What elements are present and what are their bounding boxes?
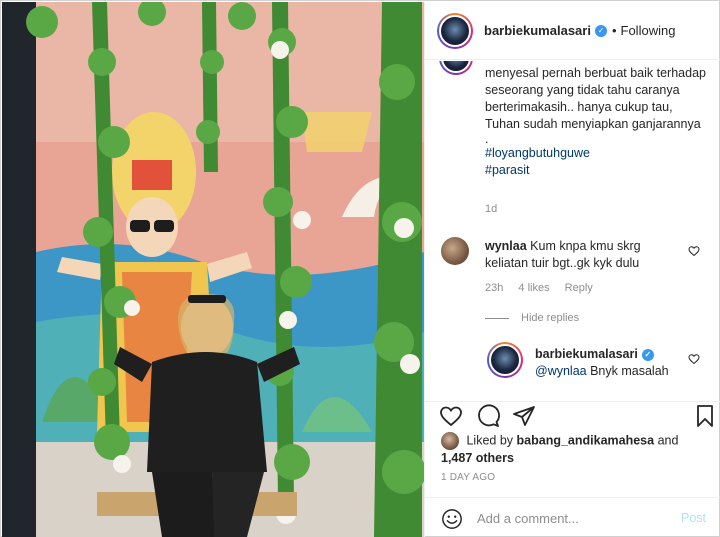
following-button[interactable]: Following: [621, 23, 676, 38]
reply-like-heart-icon[interactable]: [688, 353, 700, 365]
comment-icon[interactable]: [476, 404, 500, 428]
comment-likes[interactable]: 4 likes: [518, 282, 549, 294]
likes-and: and: [657, 433, 679, 448]
reply-text: Bnyk masalah: [590, 364, 669, 378]
post-header: barbiekumalasari ✓ • Following: [425, 2, 720, 60]
reply-verified-badge-icon: ✓: [641, 348, 654, 361]
likes-others-link[interactable]: 1,487 others: [441, 450, 711, 467]
caption-dot: .: [485, 132, 489, 146]
add-comment-bar: Post: [425, 497, 720, 537]
liker-avatar[interactable]: [441, 432, 459, 450]
reply-button[interactable]: Reply: [565, 282, 593, 294]
liker-username[interactable]: babang_andikamahesa: [517, 433, 655, 447]
reply-author-avatar[interactable]: [487, 342, 523, 378]
heart-icon[interactable]: [439, 404, 463, 428]
hashtag-link[interactable]: #loyangbutuhguwe: [485, 145, 707, 162]
post-comment-button[interactable]: Post: [681, 511, 706, 525]
verified-badge-icon: ✓: [594, 24, 607, 37]
reply-author-row: barbiekumalasari ✓: [535, 347, 654, 361]
comment-meta: 23h 4 likes Reply: [485, 282, 605, 294]
post-photo[interactable]: [2, 2, 424, 537]
reply-username[interactable]: barbiekumalasari: [535, 347, 638, 361]
instagram-post-view: barbiekumalasari ✓ • Following menyesal …: [0, 0, 720, 537]
add-comment-input[interactable]: [477, 509, 667, 527]
post-actions-bar: [425, 401, 720, 431]
comment-like-heart-icon[interactable]: [688, 245, 700, 257]
comment-time[interactable]: 23h: [485, 282, 503, 294]
liked-by-prefix: Liked by: [466, 433, 514, 448]
post-timestamp[interactable]: 1 DAY AGO: [441, 472, 495, 483]
hide-replies-line: [485, 317, 509, 319]
caption-author-avatar[interactable]: [439, 61, 473, 75]
likes-summary: Liked by babang_andikamahesa and 1,487 o…: [441, 432, 711, 467]
comment-body: wynlaa Kum knpa kmu skrg keliatan tuir b…: [485, 238, 685, 272]
header-separator: •: [611, 23, 617, 38]
post-details-panel: barbiekumalasari ✓ • Following menyesal …: [424, 2, 720, 537]
smiley-icon[interactable]: [441, 508, 463, 530]
paper-plane-icon[interactable]: [512, 404, 536, 428]
hide-replies-toggle[interactable]: Hide replies: [485, 312, 579, 324]
bookmark-icon[interactable]: [693, 404, 717, 428]
caption-text: menyesal pernah berbuat baik terhadap se…: [485, 66, 706, 131]
author-username[interactable]: barbiekumalasari: [484, 23, 591, 38]
photo-illustration: [2, 2, 424, 537]
reply-mention-link[interactable]: @wynlaa: [535, 364, 587, 378]
caption-timestamp[interactable]: 1d: [485, 203, 497, 215]
hide-replies-label: Hide replies: [521, 312, 580, 324]
commenter-avatar[interactable]: [441, 237, 469, 265]
comments-list[interactable]: menyesal pernah berbuat baik terhadap se…: [425, 61, 720, 401]
author-avatar[interactable]: [437, 12, 473, 49]
commenter-username[interactable]: wynlaa: [485, 239, 527, 253]
post-caption: menyesal pernah berbuat baik terhadap se…: [485, 65, 707, 179]
hashtag-link[interactable]: #parasit: [485, 162, 707, 179]
reply-body: @wynlaa Bnyk masalah: [535, 364, 669, 378]
